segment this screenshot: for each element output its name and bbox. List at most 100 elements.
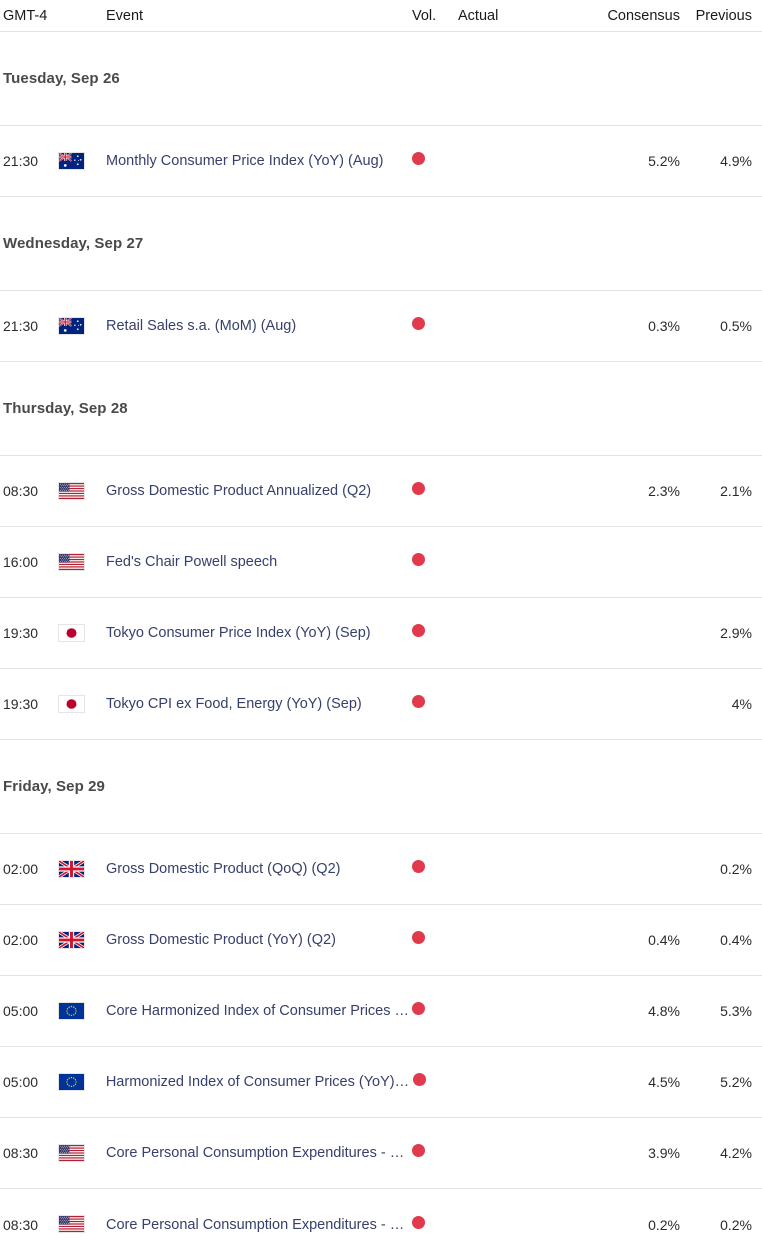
volatility-cell <box>412 1073 459 1091</box>
previous-value: 4.9% <box>720 153 752 169</box>
event-name-link[interactable]: Tokyo CPI ex Food, Energy (YoY) (Sep) <box>106 696 412 712</box>
volatility-cell <box>412 860 458 878</box>
calendar-header-row: GMT-4 Event Vol. Actual Consensus Previo… <box>0 0 762 32</box>
column-header-volatility: Vol. <box>412 7 437 24</box>
table-row[interactable]: 05:00 Core Harmonized Index of Consumer P… <box>0 976 762 1047</box>
volatility-high-dot-icon <box>412 624 425 637</box>
event-name-cell[interactable]: Retail Sales s.a. (MoM) (Aug) <box>106 318 412 334</box>
volatility-high-dot-icon <box>412 553 425 566</box>
country-flag-cell <box>58 481 106 500</box>
event-name-link[interactable]: Monthly Consumer Price Index (YoY) (Aug) <box>106 153 412 169</box>
volatility-high-dot-icon <box>412 152 425 165</box>
volatility-cell <box>412 1215 458 1234</box>
event-time: 08:30 <box>3 1145 39 1161</box>
event-name-cell[interactable]: Core Personal Consumption Expenditures -… <box>106 1145 412 1161</box>
event-time: 05:00 <box>3 1003 39 1019</box>
table-row[interactable]: 05:00 Harmonized Index of Consumer Prices… <box>0 1047 762 1118</box>
date-group-header: Thursday, Sep 28 <box>0 362 762 456</box>
country-flag-cell <box>58 1215 106 1234</box>
country-flag-cell <box>58 859 106 878</box>
event-name-cell[interactable]: Core Harmonized Index of Consumer Prices… <box>106 1003 412 1019</box>
table-row[interactable]: 19:30 Tokyo CPI ex Food, Energy (YoY) (Se… <box>0 669 762 740</box>
event-name-cell[interactable]: Core Personal Consumption Expenditures -… <box>106 1217 412 1233</box>
event-name-cell[interactable]: Gross Domestic Product (YoY) (Q2) <box>106 932 412 948</box>
previous-value: 4% <box>731 696 752 712</box>
country-flag-cell <box>58 1143 106 1162</box>
country-flag-cell <box>58 694 106 713</box>
uk-flag <box>58 859 85 878</box>
event-name-cell[interactable]: Tokyo Consumer Price Index (YoY) (Sep) <box>106 625 412 641</box>
event-name-link[interactable]: Harmonized Index of Consumer Prices (YoY… <box>106 1074 413 1090</box>
event-name-link[interactable]: Core Personal Consumption Expenditures -… <box>106 1217 412 1233</box>
event-name-link[interactable]: Retail Sales s.a. (MoM) (Aug) <box>106 318 412 334</box>
event-time: 21:30 <box>3 153 39 169</box>
japan-flag <box>58 694 85 713</box>
australia-flag <box>58 316 85 335</box>
usa-flag <box>58 552 85 571</box>
volatility-cell <box>412 317 458 335</box>
volatility-high-dot-icon <box>412 1073 426 1086</box>
volatility-cell <box>412 1002 458 1020</box>
calendar-body: Tuesday, Sep 26 21:30 Monthly Consumer Pri… <box>0 32 762 1260</box>
table-row[interactable]: 02:00 Gross Domestic Product (QoQ) (Q2) 0.… <box>0 834 762 905</box>
volatility-cell <box>412 695 458 713</box>
volatility-high-dot-icon <box>412 482 425 495</box>
table-row[interactable]: 02:00 Gross Domestic Product (YoY) (Q2) 0.… <box>0 905 762 976</box>
volatility-high-dot-icon <box>412 860 425 873</box>
date-group-header: Friday, Sep 29 <box>0 740 762 834</box>
event-name-cell[interactable]: Gross Domestic Product (QoQ) (Q2) <box>106 861 412 877</box>
usa-flag <box>58 481 85 500</box>
usa-flag <box>58 1215 85 1234</box>
consensus-value: 0.4% <box>648 932 680 948</box>
date-group-label: Thursday, Sep 28 <box>3 400 128 417</box>
event-name-link[interactable]: Core Personal Consumption Expenditures -… <box>106 1145 412 1161</box>
event-name-link[interactable]: Gross Domestic Product (QoQ) (Q2) <box>106 861 412 877</box>
date-group-label: Tuesday, Sep 26 <box>3 70 120 87</box>
event-name-link[interactable]: Gross Domestic Product (YoY) (Q2) <box>106 932 412 948</box>
volatility-high-dot-icon <box>412 695 425 708</box>
event-time: 02:00 <box>3 932 39 948</box>
country-flag-cell <box>58 151 106 170</box>
consensus-value: 0.3% <box>648 318 680 334</box>
table-row[interactable]: 16:00 Fed's Chair Powell speech <box>0 527 762 598</box>
eu-flag <box>58 1001 85 1020</box>
table-row[interactable]: 08:30 Core Personal Consumption Expenditu… <box>0 1118 762 1189</box>
table-row[interactable]: 19:30 Tokyo Consumer Price Index (YoY) (S… <box>0 598 762 669</box>
event-name-cell[interactable]: Tokyo CPI ex Food, Energy (YoY) (Sep) <box>106 696 412 712</box>
previous-value: 2.9% <box>720 625 752 641</box>
event-name-link[interactable]: Gross Domestic Product Annualized (Q2) <box>106 483 412 499</box>
previous-value: 0.5% <box>720 318 752 334</box>
column-header-timezone: GMT-4 <box>3 7 48 24</box>
eu-flag <box>57 1072 85 1091</box>
event-name-cell[interactable]: Monthly Consumer Price Index (YoY) (Aug) <box>106 153 412 169</box>
previous-value: 5.3% <box>720 1003 752 1019</box>
event-name-link[interactable]: Core Harmonized Index of Consumer Prices… <box>106 1003 412 1019</box>
date-group-header: Wednesday, Sep 27 <box>0 197 762 291</box>
column-header-previous: Previous <box>695 7 752 24</box>
table-row[interactable]: 08:30 Gross Domestic Product Annualized (… <box>0 456 762 527</box>
date-group-label: Wednesday, Sep 27 <box>3 235 144 252</box>
date-group-header: Tuesday, Sep 26 <box>0 32 762 126</box>
previous-value: 4.2% <box>720 1145 752 1161</box>
volatility-cell <box>412 553 458 571</box>
event-time: 02:00 <box>3 861 39 877</box>
table-row[interactable]: 08:30 Core Personal Consumption Expenditu… <box>0 1189 762 1260</box>
event-time: 08:30 <box>3 483 39 499</box>
previous-value: 5.2% <box>720 1074 753 1090</box>
event-time: 21:30 <box>3 318 39 334</box>
previous-value: 0.2% <box>720 1216 752 1233</box>
volatility-cell <box>412 152 458 170</box>
event-name-cell[interactable]: Harmonized Index of Consumer Prices (YoY… <box>106 1074 413 1090</box>
table-row[interactable]: 21:30 Monthly Consumer Price Index (YoY) … <box>0 126 762 197</box>
volatility-high-dot-icon <box>412 1144 425 1157</box>
consensus-value: 2.3% <box>648 483 680 499</box>
event-name-cell[interactable]: Gross Domestic Product Annualized (Q2) <box>106 483 412 499</box>
volatility-high-dot-icon <box>412 1215 425 1229</box>
event-name-link[interactable]: Fed's Chair Powell speech <box>106 554 412 570</box>
consensus-value: 0.2% <box>648 1216 680 1233</box>
volatility-cell <box>412 931 458 949</box>
table-row[interactable]: 21:30 Retail Sales s.a. (MoM) (Aug) 0.3% 0.… <box>0 291 762 362</box>
event-name-cell[interactable]: Fed's Chair Powell speech <box>106 554 412 570</box>
country-flag-cell <box>58 316 106 335</box>
event-name-link[interactable]: Tokyo Consumer Price Index (YoY) (Sep) <box>106 625 412 641</box>
